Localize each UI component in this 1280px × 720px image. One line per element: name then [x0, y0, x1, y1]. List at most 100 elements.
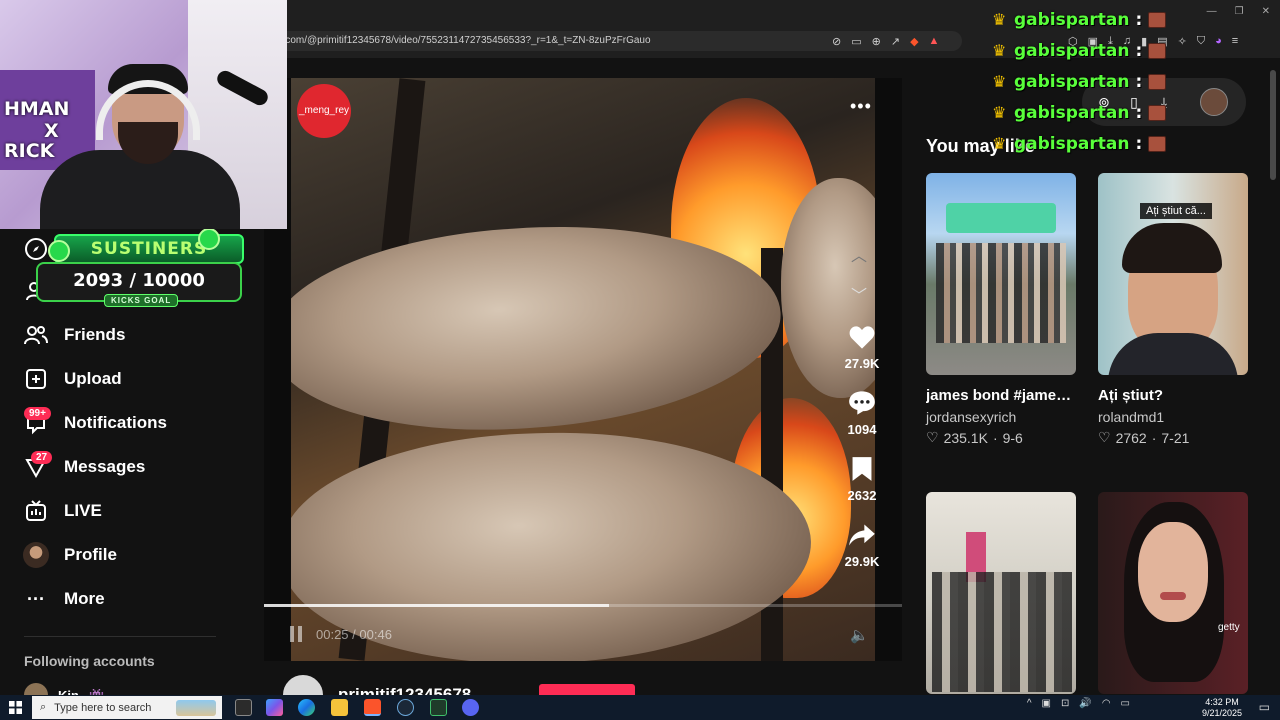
poster-text: HMAN [4, 98, 70, 120]
sustiners-widget: SUSTINERS 2093 / 10000 KICKS GOAL [36, 226, 246, 307]
video-card-likes: 235.1K [943, 429, 988, 446]
tray-app-icon[interactable]: ▣ [1042, 698, 1051, 709]
sidebar-item-label: Upload [64, 369, 122, 388]
close-icon[interactable]: ✕ [1262, 6, 1270, 17]
video-card-stats: ♡ 2762 · 7-21 [1098, 429, 1248, 446]
leo-icon[interactable]: ✧ [1178, 35, 1187, 48]
page-scrollbar[interactable] [1270, 70, 1276, 180]
sidebar-item-upload[interactable]: Upload [22, 361, 262, 397]
vpn-icon[interactable]: ⛉ [1197, 35, 1205, 48]
sidebar-item-more[interactable]: ··· More [22, 581, 262, 617]
sidebar-item-profile[interactable]: Profile [22, 537, 262, 573]
video-card-author[interactable]: rolandmd1 [1098, 409, 1248, 425]
taskbar-search[interactable]: ⌕ Type here to search [32, 696, 222, 719]
video-card[interactable]: Ați știut că... Ați știut? rolandmd1 ♡ 2… [1098, 173, 1248, 446]
brave-shield-icon[interactable]: ◆ [910, 35, 918, 48]
emote-icon [1148, 105, 1167, 121]
windows-taskbar: ⌕ Type here to search ^ ▣ ⊡ 🔊 ◠ ▭ 4:32 P… [0, 695, 1280, 720]
terminal-icon[interactable] [430, 699, 447, 716]
edge-icon[interactable] [298, 699, 315, 716]
rewards-icon[interactable]: ▲ [929, 35, 940, 47]
video-card[interactable]: getty [1098, 492, 1248, 694]
video-card-stats: ♡ 235.1K · 9-6 [926, 429, 1076, 446]
copilot-icon[interactable] [266, 699, 283, 716]
kicks-goal-value: 10000 [142, 270, 205, 291]
gem-icon [198, 228, 220, 250]
video-progress-fill [264, 604, 609, 607]
comment-count: 1094 [847, 422, 877, 437]
chevron-up-icon[interactable]: ︿ [851, 242, 867, 266]
chat-username: gabispartan [1014, 41, 1130, 61]
search-icon: ⌕ [40, 701, 47, 713]
menu-icon[interactable]: ≡ [1232, 35, 1238, 47]
video-thumbnail[interactable]: getty [1098, 492, 1248, 694]
notification-center-icon[interactable]: ▭ [1259, 700, 1270, 714]
sidebar-item-label: Profile [64, 545, 117, 564]
stats-separator: · [992, 429, 998, 446]
emote-icon [1148, 43, 1167, 59]
taskbar-date: 9/21/2025 [1201, 708, 1242, 718]
speaker-icon[interactable]: 🔊 [1079, 698, 1091, 709]
live-icon [22, 497, 50, 525]
brave-menu-icon[interactable]: ◕ [1215, 35, 1222, 47]
heart-outline-icon: ♡ [1098, 429, 1111, 445]
zoom-icon[interactable]: ⊕ [872, 35, 881, 48]
video-card-title: james bond #jamesbond #danc... [926, 387, 1076, 404]
video-card-date: 7-21 [1161, 429, 1190, 446]
save-button[interactable]: 2632 [838, 454, 886, 503]
windows-start-icon[interactable] [0, 701, 30, 714]
chat-separator: : [1135, 10, 1143, 30]
crown-icon: ♛ [992, 136, 1007, 153]
cast-icon[interactable]: ▭ [851, 35, 861, 48]
share-icon[interactable]: ↗ [891, 35, 900, 48]
user-avatar[interactable] [1200, 88, 1228, 116]
search-highlight-icon [176, 699, 216, 716]
restore-icon[interactable]: ❐ [1235, 6, 1244, 17]
video-thumbnail[interactable] [926, 492, 1076, 694]
brave-icon[interactable] [364, 699, 381, 716]
stats-separator: · [1151, 429, 1157, 446]
sidebar-item-label: LIVE [64, 501, 102, 520]
chevron-down-icon[interactable]: ﹀ [851, 282, 867, 306]
task-view-icon[interactable] [235, 699, 252, 716]
share-arrow-icon [838, 520, 886, 550]
like-button[interactable]: 27.9K [838, 322, 886, 371]
more-options-icon[interactable]: ••• [850, 96, 872, 117]
video-progress-bar[interactable] [264, 604, 902, 607]
sidebar-item-label: Notifications [64, 413, 167, 432]
profile-avatar [22, 541, 50, 569]
minimize-icon[interactable]: — [1207, 6, 1217, 17]
video-frame[interactable] [291, 78, 875, 661]
poster-text: X [44, 120, 59, 142]
steam-icon[interactable] [397, 699, 414, 716]
video-card[interactable] [926, 492, 1076, 694]
taskbar-clock[interactable]: 4:32 PM 9/21/2025 [1202, 697, 1242, 719]
sidebar-item-friends[interactable]: Friends [22, 317, 262, 353]
upload-icon [22, 365, 50, 393]
chevron-up-icon[interactable]: ^ [1027, 698, 1032, 709]
video-card-author[interactable]: jordansexyrich [926, 409, 1076, 425]
sidebar-item-label: More [64, 589, 105, 608]
pause-icon[interactable] [289, 625, 303, 643]
file-explorer-icon[interactable] [331, 699, 348, 716]
share-button[interactable]: 29.9K [838, 520, 886, 569]
emote-icon [1148, 12, 1167, 28]
video-thumbnail[interactable] [926, 173, 1076, 375]
crown-icon: ♛ [992, 105, 1007, 122]
sidebar-item-live[interactable]: LIVE [22, 493, 262, 529]
address-bar-icons: ⊘ ▭ ⊕ ↗ ◆ ▲ [832, 31, 939, 51]
friends-icon [22, 321, 50, 349]
wifi-icon[interactable]: ◠ [1102, 698, 1111, 709]
gem-icon [48, 240, 70, 262]
sidebar-item-messages[interactable]: 27 Messages [22, 449, 262, 485]
reader-icon[interactable]: ⊘ [832, 35, 841, 48]
volume-icon[interactable]: 🔈 [850, 626, 869, 644]
network-icon[interactable]: ⊡ [1061, 698, 1069, 709]
crown-icon: ♛ [992, 43, 1007, 60]
sidebar-item-notifications[interactable]: 99+ Notifications [22, 405, 262, 441]
video-thumbnail[interactable]: Ați știut că... [1098, 173, 1248, 375]
discord-icon[interactable] [462, 699, 479, 716]
comment-button[interactable]: 1094 [838, 388, 886, 437]
battery-icon[interactable]: ▭ [1121, 698, 1130, 709]
video-card[interactable]: james bond #jamesbond #danc... jordansex… [926, 173, 1076, 446]
